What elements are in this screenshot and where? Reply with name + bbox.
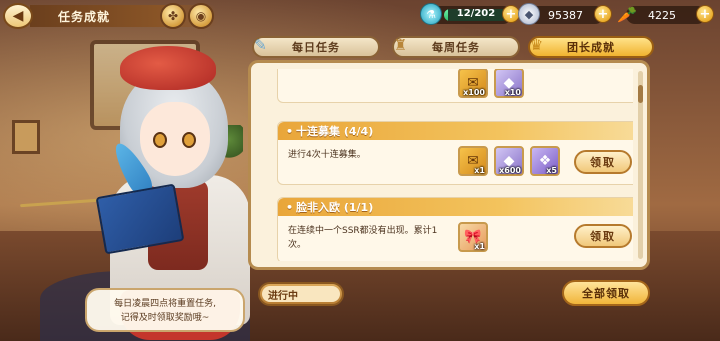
carrot-add-button[interactable]: + [696,5,714,23]
reward-qty: x1 [474,166,485,175]
page-title-text: 任务成就 [58,9,111,24]
trophy-icon: ♜ [393,36,409,54]
medal-icon: ◉ [188,3,214,29]
claim-all-button[interactable]: 全部领取 [562,280,650,306]
task-list-panel[interactable]: ✉ x100 ◆ x10 • 十连募集 (4/4) 进行4次十连募集。 ✉ x1 ◆ x6… [248,60,650,270]
back-button[interactable]: ◀ [3,3,33,29]
speech-line-1: 每日凌晨四点将重置任务, [114,299,216,309]
tab-leader-achievements-label: 团长成就 [567,41,615,54]
reward-qty: x10 [504,88,521,97]
status-filter-toggle[interactable]: 进行中 [258,282,344,306]
tab-daily-tasks-label: 每日任务 [292,41,340,54]
reward-gem-icon[interactable]: ◆ x600 [494,146,524,176]
task-list-scroll-area[interactable]: ✉ x100 ◆ x10 • 十连募集 (4/4) 进行4次十连募集。 ✉ x1 ◆ x6… [257,69,633,261]
stamina-text: 12/202 [456,8,496,19]
reward-qty: x100 [463,88,485,97]
character-speech-bubble: 每日凌晨四点将重置任务, 记得及时领取奖励哦~ [85,288,245,332]
status-filter-label: 进行中 [262,286,340,302]
task-title: • 十连募集 (4/4) [278,122,633,140]
back-arrow-icon: ◀ [12,8,24,24]
task-description: 进行4次十连募集。 [288,150,366,160]
crown-cup-icon: ♛ [529,36,545,54]
task-title-text: 脸非入欧 (1/1) [296,201,374,214]
carrot-icon: 🥕 [617,4,637,24]
gem-add-button[interactable]: + [594,5,612,23]
task-title-text: 十连募集 (4/4) [296,125,374,138]
task-title: • 脸非入欧 (1/1) [278,198,633,216]
claim-button[interactable]: 领取 [574,150,632,174]
reward-qty: x5 [546,166,557,175]
reward-crystal-icon[interactable]: ❖ x5 [530,146,560,176]
task-description: 在连续中一个SSR都没有出现。累计1次。 [288,226,438,250]
tab-weekly-tasks-label: 每周任务 [432,41,480,54]
scrollbar-thumb[interactable] [638,85,643,103]
task-card-previous: ✉ x100 ◆ x10 [277,69,633,103]
tab-daily-tasks[interactable]: ✎ 每日任务 [252,36,380,58]
speech-line-2: 记得及时领取奖励哦~ [120,313,210,323]
reward-bow-gift-icon[interactable]: 🎀 x1 [458,222,488,252]
reward-ticket-icon[interactable]: ✉ x100 [458,69,488,98]
character-face [140,102,210,176]
feather-icon: ✎ [254,36,268,54]
tab-weekly-tasks[interactable]: ♜ 每周任务 [392,36,520,58]
clover-icon: ✤ [160,3,186,29]
character-eye-left [153,132,167,148]
gem-count: 95387 [548,8,583,22]
carrot-counter: 🥕 4225 + [617,5,714,24]
potion-icon: ⚗ [420,3,442,25]
reward-gem-icon[interactable]: ◆ x10 [494,69,524,98]
reward-ticket-icon[interactable]: ✉ x1 [458,146,488,176]
stamina-counter: ⚗ 12/202 + [420,3,520,25]
claim-button[interactable]: 领取 [574,224,632,248]
carrot-count: 4225 [648,8,676,22]
gem-icon: ◆ [518,3,540,25]
task-card-unlucky: • 脸非入欧 (1/1) 在连续中一个SSR都没有出现。累计1次。 🎀 x1 领取 [277,197,633,261]
reward-qty: x600 [499,166,521,175]
gem-counter: ◆ 95387 + [518,3,612,25]
task-card-ten-pull: • 十连募集 (4/4) 进行4次十连募集。 ✉ x1 ◆ x600 ❖ x5 领取 [277,121,633,185]
background-picture-frame [12,120,40,154]
reward-qty: x1 [474,242,485,251]
character-beret [120,46,216,90]
character-eye-right [182,132,196,148]
tab-leader-achievements[interactable]: ♛ 团长成就 [528,36,654,58]
